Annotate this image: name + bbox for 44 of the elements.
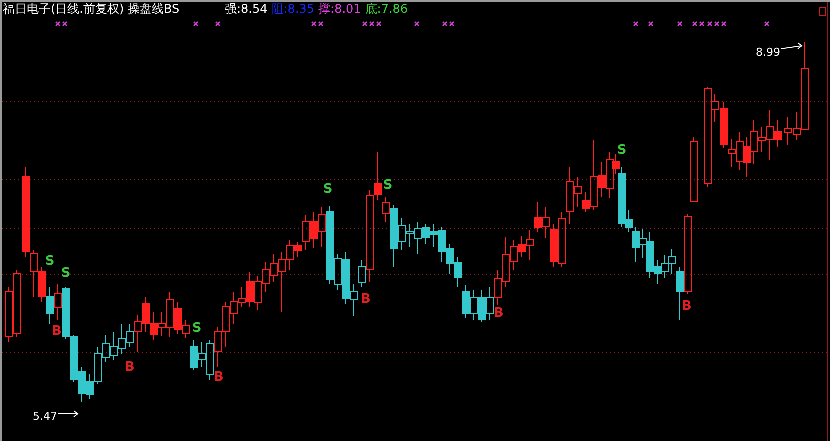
x-mark-icon [692,22,698,26]
x-mark-icon [62,22,68,26]
x-mark-icon [450,22,454,26]
x-mark-icon [216,22,220,26]
x-mark-icon [764,22,770,26]
sell-signal: S [383,178,393,193]
x-mark-icon [722,22,726,26]
chart-title: 福日电子(日线.前复权) 操盘线BS [3,2,181,17]
buy-signal: B [125,360,135,375]
x-mark-icon [318,22,324,26]
indicator-value: 阻:8.35 [272,2,315,17]
x-mark-icon [714,22,720,26]
marker-icon [820,8,826,16]
x-mark-icon [194,22,198,26]
price-label: 5.47 [33,410,58,423]
x-mark-icon [376,22,382,26]
sell-signal: S [617,143,627,158]
sell-signal: S [45,254,55,269]
x-mark-icon [370,22,374,26]
sell-signal: S [192,321,202,336]
indicator-value: 撑:8.01 [318,2,362,17]
candlestick [690,136,698,202]
buy-signal: B [682,299,692,314]
x-mark-icon [634,22,638,26]
indicator-value: 强:8.54 [225,2,268,17]
x-mark-icon [442,22,448,26]
x-mark-icon [708,22,712,26]
price-label: 8.99 [756,46,780,59]
buy-signal: B [361,292,371,307]
sell-signal: S [61,266,71,281]
x-mark-icon [362,22,368,26]
x-mark-icon [648,22,654,26]
sell-signal: S [323,182,333,197]
x-mark-icon [678,22,682,26]
x-mark-icon [414,22,420,26]
x-mark-icon [312,22,316,26]
x-mark-icon [700,22,704,26]
pointer-arrow [58,410,79,418]
x-mark-icon [56,22,60,26]
pointer-arrow [780,42,803,50]
indicator-value: 底:7.86 [365,2,408,17]
buy-signal: B [52,324,62,339]
buy-signal: B [494,306,504,321]
buy-signal: B [214,370,224,385]
